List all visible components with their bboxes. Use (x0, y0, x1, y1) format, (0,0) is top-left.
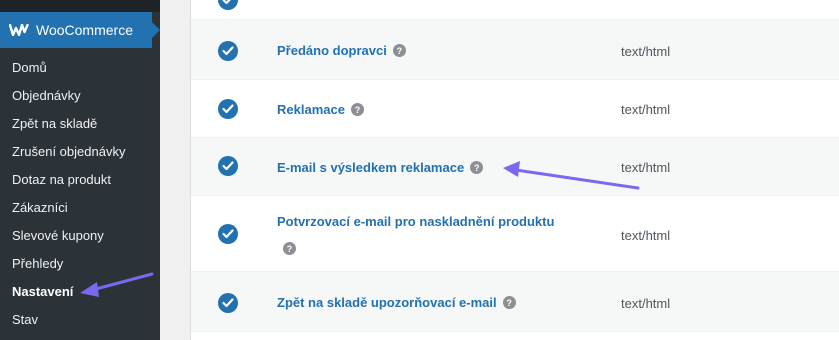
sidebar-item-objednavky[interactable]: Objednávky (0, 82, 160, 110)
sidebar-item-dotaz-na-produkt[interactable]: Dotaz na produkt (0, 166, 160, 194)
checkmark-circle-icon (218, 156, 238, 176)
sidebar-item-slevove-kupony[interactable]: Slevové kupony (0, 222, 160, 250)
main-content: Předáno dopravci? text/html Reklamace? t… (160, 0, 839, 340)
email-row: Zpět na skladě upozorňovací e-mail? text… (191, 272, 839, 332)
admin-sidebar: WooCommerce Domů Objednávky Zpět na skla… (0, 0, 160, 340)
question-circle-icon[interactable]: ? (283, 242, 296, 255)
email-row: Potvrzovací e-mail pro naskladnění produ… (191, 196, 839, 272)
question-circle-icon[interactable]: ? (502, 296, 516, 310)
email-content-type: text/html (621, 296, 671, 311)
email-title-link[interactable]: E-mail s výsledkem reklamace? (277, 160, 484, 175)
checkmark-circle-icon (218, 0, 238, 10)
woocommerce-logo-icon (9, 23, 29, 37)
checkmark-circle-icon (218, 224, 238, 244)
email-title-link[interactable]: Předáno dopravci? (277, 43, 406, 58)
email-title-text: Reklamace (277, 102, 345, 117)
sidebar-item-nastaveni[interactable]: Nastavení (0, 278, 160, 306)
sidebar-menu-woocommerce[interactable]: WooCommerce (0, 12, 160, 48)
sidebar-item-zpet-na-sklade[interactable]: Zpět na skladě (0, 110, 160, 138)
question-circle-icon[interactable]: ? (350, 103, 364, 117)
email-title-text: E-mail s výsledkem reklamace (277, 160, 465, 175)
sidebar-item-domu[interactable]: Domů (0, 54, 160, 82)
sidebar-brand-title: WooCommerce (36, 22, 133, 38)
email-title-text: Zpět na skladě upozorňovací e-mail (277, 295, 497, 310)
email-content-type: text/html (621, 44, 671, 59)
checkmark-circle-icon (218, 99, 238, 119)
email-title-text: Potvrzovací e-mail pro naskladnění produ… (277, 214, 555, 229)
sidebar-item-zakaznici[interactable]: Zákazníci (0, 194, 160, 222)
email-content-type: text/html (621, 228, 671, 243)
email-content-type: text/html (621, 102, 671, 117)
email-row: Předáno dopravci? text/html (191, 20, 839, 80)
woocommerce-submenu: Domů Objednávky Zpět na skladě Zrušení o… (0, 54, 160, 334)
email-row: E-mail s výsledkem reklamace? text/html (191, 138, 839, 196)
sidebar-item-zruseni-objednavky[interactable]: Zrušení objednávky (0, 138, 160, 166)
email-title-link[interactable]: Reklamace? (277, 102, 364, 117)
email-title-text: Předáno dopravci (277, 43, 387, 58)
checkmark-circle-icon (218, 293, 238, 313)
question-circle-icon[interactable]: ? (470, 161, 484, 175)
email-title-link[interactable]: Zpět na skladě upozorňovací e-mail? (277, 295, 516, 310)
sidebar-item-prehledy[interactable]: Přehledy (0, 250, 160, 278)
checkmark-circle-icon (218, 41, 238, 61)
sidebar-top-strip (0, 0, 160, 12)
email-row-partial (191, 0, 839, 20)
question-circle-icon[interactable]: ? (392, 44, 406, 58)
sidebar-item-stav[interactable]: Stav (0, 306, 160, 334)
email-row: Reklamace? text/html (191, 80, 839, 138)
email-notifications-table: Předáno dopravci? text/html Reklamace? t… (190, 0, 839, 340)
email-content-type: text/html (621, 160, 671, 175)
email-title-link[interactable]: Potvrzovací e-mail pro naskladnění produ… (277, 214, 554, 229)
